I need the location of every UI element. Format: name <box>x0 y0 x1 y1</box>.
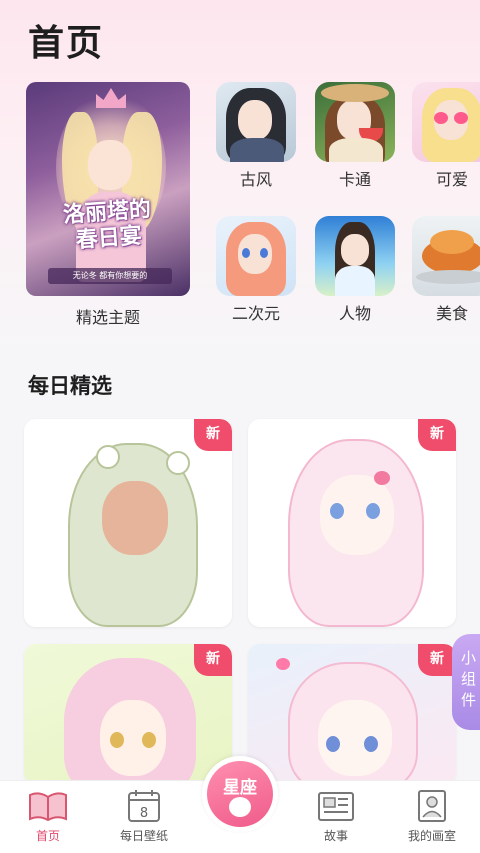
category-art-body <box>335 266 375 296</box>
nav-daily-wallpaper[interactable]: 8 每日壁纸 <box>96 781 192 853</box>
food-icon <box>430 230 474 254</box>
page-title: 首页 <box>28 23 105 64</box>
horoscope-button-label: 星座 <box>223 778 257 798</box>
book-icon <box>28 789 68 823</box>
category-label: 美食 <box>435 304 468 323</box>
category-thumb <box>315 216 395 296</box>
hat-icon <box>321 84 389 102</box>
category-gufeng[interactable]: 古风 <box>214 82 298 190</box>
category-label: 人物 <box>338 304 371 323</box>
nav-studio-label: 我的画室 <box>407 829 456 843</box>
calendar-icon: 8 <box>124 789 164 823</box>
bow-icon <box>374 471 390 485</box>
horoscope-button-inner: 星座 <box>207 761 273 827</box>
featured-theme-label[interactable]: 精选主题 <box>26 304 190 328</box>
eye-icon <box>326 736 340 752</box>
featured-theme-card[interactable]: 洛丽塔的 春日宴 无论冬 都有你想要的 <box>26 82 190 296</box>
eye-icon <box>110 732 124 748</box>
category-label: 二次元 <box>231 304 280 323</box>
category-thumb <box>412 82 480 162</box>
category-art-face <box>341 234 369 266</box>
category-thumb <box>412 216 480 296</box>
card-art-face <box>102 481 168 555</box>
daily-section-title: 每日精选 <box>28 374 112 398</box>
new-badge: 新 <box>418 644 456 676</box>
widget-tab-label: 小组件 <box>461 649 477 709</box>
category-meishi[interactable]: 美食 <box>410 216 480 324</box>
newspaper-icon <box>316 789 356 823</box>
category-keai[interactable]: 可爱 <box>410 82 480 190</box>
heart-icon <box>276 658 290 670</box>
category-art-body <box>329 138 383 162</box>
featured-title: 洛丽塔的 春日宴 <box>26 194 190 257</box>
category-katong[interactable]: 卡通 <box>313 82 397 190</box>
new-badge: 新 <box>194 644 232 676</box>
daily-card[interactable]: 新 <box>24 419 232 627</box>
widget-side-tab[interactable]: 小组件 <box>452 634 480 730</box>
featured-subtitle: 无论冬 都有你想要的 <box>48 268 172 284</box>
daily-card[interactable]: 新 <box>248 419 456 627</box>
featured-art-face <box>88 140 132 190</box>
eye-icon <box>142 732 156 748</box>
portrait-frame-icon <box>412 789 452 823</box>
category-art-body <box>230 138 284 162</box>
crown-icon <box>96 88 126 108</box>
category-thumb <box>216 82 296 162</box>
category-thumb <box>315 82 395 162</box>
svg-text:8: 8 <box>140 806 148 821</box>
eye-icon <box>260 248 268 258</box>
category-thumb <box>216 216 296 296</box>
hair-bun-icon <box>166 451 190 475</box>
heart-eye-icon <box>434 112 448 124</box>
category-erciyuan[interactable]: 二次元 <box>214 216 298 324</box>
eye-icon <box>330 503 344 519</box>
eye-icon <box>242 248 250 258</box>
category-renwu[interactable]: 人物 <box>313 216 397 324</box>
nav-daily-wallpaper-label: 每日壁纸 <box>119 829 168 843</box>
category-label: 古风 <box>239 170 272 189</box>
nav-home-label: 首页 <box>35 829 60 843</box>
nav-home[interactable]: 首页 <box>0 781 96 853</box>
hair-bun-icon <box>96 445 120 469</box>
plate-icon <box>416 270 480 284</box>
eye-icon <box>364 736 378 752</box>
category-label: 卡通 <box>338 170 371 189</box>
horoscope-center-button[interactable]: 星座 <box>202 756 278 832</box>
new-badge: 新 <box>418 419 456 451</box>
heart-eye-icon <box>454 112 468 124</box>
mascot-icon <box>229 797 251 817</box>
nav-story[interactable]: 故事 <box>288 781 384 853</box>
category-art-face <box>238 100 272 140</box>
nav-studio[interactable]: 我的画室 <box>384 781 480 853</box>
nav-story-label: 故事 <box>323 829 348 843</box>
daily-card[interactable]: 新 <box>24 644 232 784</box>
category-label: 可爱 <box>435 170 468 189</box>
daily-card[interactable]: 新 <box>248 644 456 784</box>
eye-icon <box>366 503 380 519</box>
new-badge: 新 <box>194 419 232 451</box>
